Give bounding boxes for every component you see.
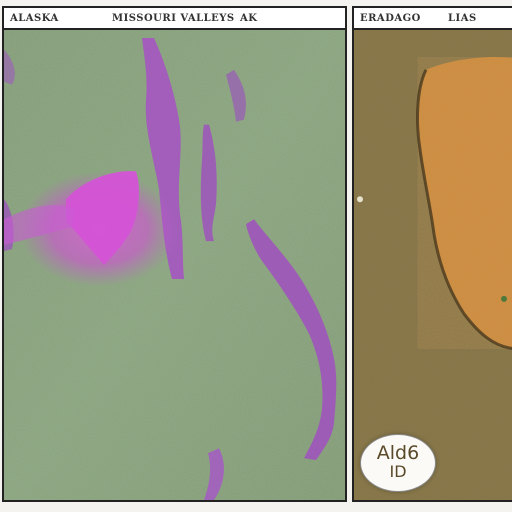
left-map-panel: ALASKA MISSOURI VALLEYS AK	[2, 6, 347, 502]
white-speck	[357, 196, 363, 203]
right-panel-header: ERADAGO LIAS	[354, 8, 512, 30]
left-header-right-label: AK	[240, 13, 258, 24]
left-header-title: MISSOURI VALLEYS	[112, 13, 235, 24]
right-header-left-label: ERADAGO	[360, 13, 421, 24]
right-map-panel: ERADAGO LIAS Ald6 ID	[352, 6, 512, 502]
left-panel-header: ALASKA MISSOURI VALLEYS AK	[4, 8, 345, 30]
map-id-badge: Ald6 ID	[360, 434, 436, 492]
right-header-right-label: LIAS	[448, 13, 477, 24]
left-header-left-label: ALASKA	[10, 13, 59, 24]
right-map-image	[354, 30, 512, 500]
green-speck	[501, 295, 507, 302]
badge-id: ID	[389, 462, 407, 481]
left-map-image	[4, 30, 345, 500]
badge-code: Ald6	[376, 442, 420, 464]
